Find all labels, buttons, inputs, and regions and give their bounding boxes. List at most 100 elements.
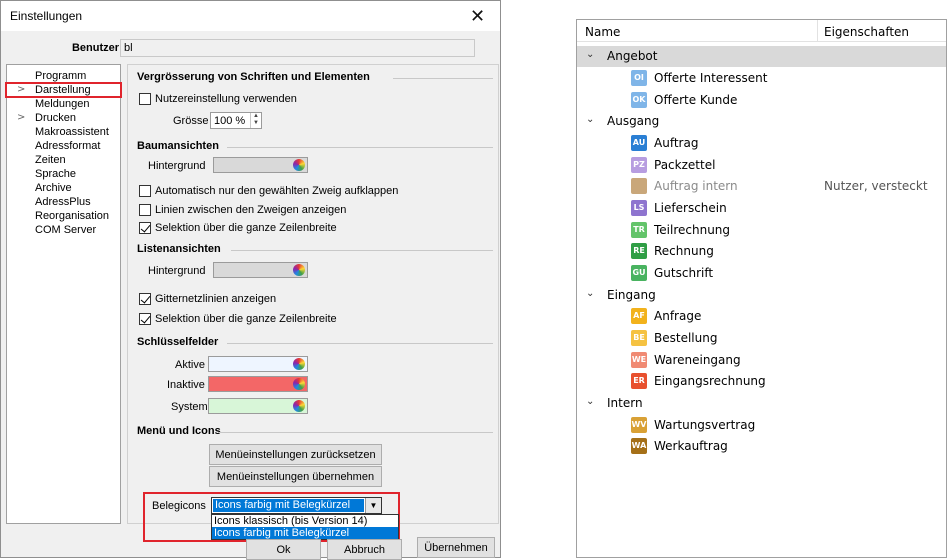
teilrechnung-icon: TR [631, 222, 647, 238]
chevron-down-icon[interactable]: ⌄ [586, 114, 594, 125]
use-user-setting-checkbox[interactable]: Nutzereinstellung verwenden [139, 92, 297, 106]
wartungsvertrag-icon: WV [631, 417, 647, 433]
section-zoom-title: Vergrösserung von Schriften und Elemente… [137, 71, 370, 83]
section-key-fields-title: Schlüsselfelder [137, 336, 219, 348]
system-color[interactable] [208, 398, 308, 414]
size-spinner[interactable]: 100 % ▲ ▼ [210, 112, 262, 129]
checkbox-box[interactable] [139, 293, 151, 305]
properties-cell: Nutzer, versteckt [824, 179, 928, 193]
tree-item[interactable]: OI Offerte Interessent [577, 68, 946, 89]
section-tree-views-title: Baumansichten [137, 140, 219, 152]
tree-header: Name Eigenschaften [577, 20, 946, 42]
tree-full-row-checkbox[interactable]: Selektion über die ganze Zeilenbreite [139, 221, 337, 235]
belegicons-select[interactable]: Icons farbig mit Belegkürzel ▼ [211, 497, 382, 514]
color-wheel-icon[interactable] [293, 378, 305, 390]
nav-item-makroassistent[interactable]: Makroassistent [7, 126, 109, 138]
option-colored[interactable]: Icons farbig mit Belegkürzel [212, 527, 398, 539]
checkbox-box[interactable] [139, 313, 151, 325]
anfrage-icon: AF [631, 308, 647, 324]
wareneingang-icon: WE [631, 352, 647, 368]
tree-item[interactable]: WA Werkauftrag [577, 436, 946, 457]
tree-background-color[interactable] [213, 157, 308, 173]
divider [393, 78, 493, 79]
reset-menu-button[interactable]: Menüeinstellungen zurücksetzen [209, 444, 382, 465]
inactive-label: Inaktive [167, 379, 205, 391]
nav-item-com-server[interactable]: COM Server [7, 224, 96, 236]
close-icon[interactable]: ✕ [455, 1, 500, 31]
section-menu-icons-title: Menü und Icons [137, 425, 221, 437]
size-label: Grösse [173, 115, 209, 127]
cancel-button[interactable]: Abbruch [327, 539, 402, 560]
settings-nav: Programm > Darstellung Meldungen > Drucken… [5, 64, 122, 524]
title-bar: Einstellungen ✕ [1, 1, 500, 31]
belegicons-dropdown: Icons klassisch (bis Version 14) Icons f… [211, 514, 399, 540]
active-color[interactable] [208, 356, 308, 372]
nav-item-drucken[interactable]: > Drucken [7, 112, 76, 124]
nav-item-programm[interactable]: Programm [7, 70, 86, 82]
chevron-down-icon[interactable]: ▼ [365, 498, 381, 513]
rechnung-icon: RE [631, 243, 647, 259]
inactive-color[interactable] [208, 376, 308, 392]
tree-item[interactable]: WV Wartungsvertrag [577, 415, 946, 436]
color-wheel-icon[interactable] [293, 400, 305, 412]
tree-item[interactable]: LS Lieferschein [577, 198, 946, 219]
tree-item[interactable]: RE Rechnung [577, 241, 946, 262]
chevron-down-icon[interactable]: ⌄ [586, 49, 594, 60]
tree-group-intern[interactable]: ⌄ Intern [577, 393, 946, 414]
ok-button[interactable]: Ok [246, 539, 321, 560]
column-separator[interactable] [817, 20, 818, 42]
tree-item[interactable]: Auftrag intern Nutzer, versteckt [577, 176, 946, 197]
tree-item[interactable]: AF Anfrage [577, 306, 946, 327]
checkbox-box[interactable] [139, 204, 151, 216]
checkbox-box[interactable] [139, 93, 151, 105]
nav-item-archive[interactable]: Archive [7, 182, 72, 194]
nav-item-zeiten[interactable]: Zeiten [7, 154, 66, 166]
tree-item[interactable]: PZ Packzettel [577, 155, 946, 176]
option-classic[interactable]: Icons klassisch (bis Version 14) [212, 515, 398, 527]
chevron-right-icon[interactable]: > [17, 112, 25, 124]
auftrag-intern-icon [631, 178, 647, 194]
divider [231, 250, 493, 251]
tree-group-angebot[interactable]: ⌄ Angebot [577, 46, 946, 67]
column-properties-header[interactable]: Eigenschaften [824, 25, 909, 39]
dialog-title: Einstellungen [10, 9, 83, 23]
tree-item[interactable]: AU Auftrag [577, 133, 946, 154]
nav-item-darstellung[interactable]: > Darstellung [5, 82, 122, 98]
tree-item[interactable]: WE Wareneingang [577, 350, 946, 371]
tree-item[interactable]: GU Gutschrift [577, 263, 946, 284]
user-field[interactable]: bl [120, 39, 475, 57]
lines-between-checkbox[interactable]: Linien zwischen den Zweigen anzeigen [139, 203, 346, 217]
apply-menu-button[interactable]: Menüeinstellungen übernehmen [209, 466, 382, 487]
tree-group-eingang[interactable]: ⌄ Eingang [577, 285, 946, 306]
list-full-row-checkbox[interactable]: Selektion über die ganze Zeilenbreite [139, 312, 337, 326]
nav-item-meldungen[interactable]: Meldungen [7, 98, 89, 110]
grid-lines-checkbox[interactable]: Gitternetzlinien anzeigen [139, 292, 276, 306]
spinner-arrows-icon[interactable]: ▲ ▼ [250, 113, 261, 128]
divider [219, 432, 493, 433]
tree-item[interactable]: OK Offerte Kunde [577, 90, 946, 111]
auto-expand-checkbox[interactable]: Automatisch nur den gewählten Zweig aufk… [139, 184, 398, 198]
color-wheel-icon[interactable] [293, 358, 305, 370]
tree-item[interactable]: BE Bestellung [577, 328, 946, 349]
tree-group-ausgang[interactable]: ⌄ Ausgang [577, 111, 946, 132]
nav-item-sprache[interactable]: Sprache [7, 168, 76, 180]
nav-item-adressformat[interactable]: Adressformat [7, 140, 100, 152]
color-wheel-icon[interactable] [293, 159, 305, 171]
tree-item[interactable]: TR Teilrechnung [577, 220, 946, 241]
column-name-header[interactable]: Name [585, 25, 620, 39]
nav-item-adressplus[interactable]: AdressPlus [7, 196, 91, 208]
list-background-color[interactable] [213, 262, 308, 278]
checkbox-box[interactable] [139, 222, 151, 234]
nav-item-reorganisation[interactable]: Reorganisation [7, 210, 109, 222]
list-background-label: Hintergrund [148, 265, 206, 277]
chevron-down-icon[interactable]: ⌄ [586, 288, 594, 299]
chevron-down-icon[interactable]: ⌄ [586, 396, 594, 407]
apply-button[interactable]: Übernehmen [417, 537, 495, 558]
color-wheel-icon[interactable] [293, 264, 305, 276]
checkbox-box[interactable] [139, 185, 151, 197]
section-list-views-title: Listenansichten [137, 243, 221, 255]
chevron-right-icon[interactable]: > [17, 84, 25, 96]
lieferschein-icon: LS [631, 200, 647, 216]
offerte-interessent-icon: OI [631, 70, 647, 86]
tree-item[interactable]: ER Eingangsrechnung [577, 371, 946, 392]
